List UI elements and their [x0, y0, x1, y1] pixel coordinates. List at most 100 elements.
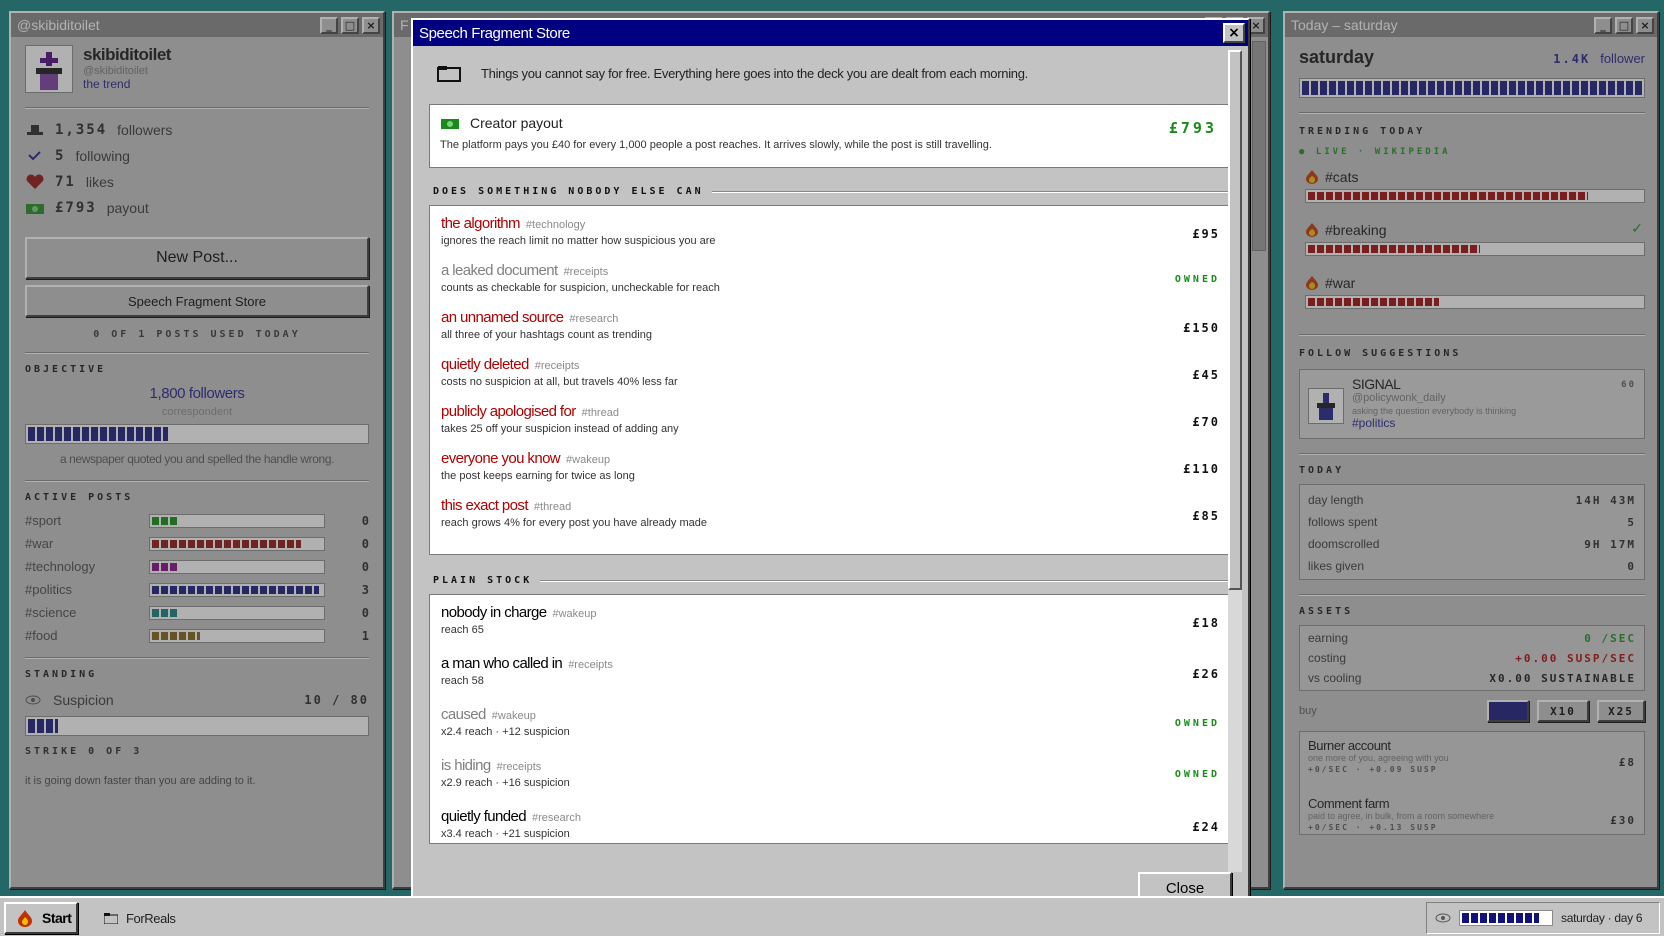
store-item[interactable]: a man who called in #receipts reach 58 £26: [430, 649, 1231, 700]
store-scrollbar[interactable]: [1228, 50, 1242, 872]
speech-fragment-store-button[interactable]: Speech Fragment Store: [25, 285, 369, 317]
store-item[interactable]: quietly deleted #receipts costs no suspici…: [430, 350, 1231, 397]
taskbar: Start ForReals saturday · day 6: [0, 896, 1664, 936]
active-posts-list: #sport 0 #war 0 #technology 0 #politics 3 #scien…: [25, 509, 369, 647]
store-item-tag: #receipts: [496, 761, 542, 773]
store-item-name: publicly apologised for: [441, 403, 576, 420]
store-item[interactable]: quietly funded #research x3.4 reach · +21 …: [430, 802, 1231, 843]
day-header: saturday 1.4K follower: [1299, 47, 1645, 68]
today-stat-row: doomscrolled 9H 17M: [1308, 537, 1636, 551]
store-item-name: caused: [441, 706, 486, 723]
flame-icon: [18, 910, 32, 927]
new-post-button[interactable]: New Post...: [25, 237, 369, 279]
money-icon: [26, 204, 44, 214]
close-button[interactable]: ×: [362, 16, 380, 34]
store-item-description: x3.4 reach · +21 suspicion: [441, 828, 570, 840]
store-scrollbar-thumb[interactable]: [1228, 50, 1242, 590]
buy-x25-button[interactable]: X25: [1597, 700, 1645, 722]
suggestion-blurb: asking the question everybody is thinkin…: [1352, 406, 1517, 416]
maximize-button[interactable]: □: [1615, 16, 1633, 34]
active-post-row[interactable]: #sport 0: [25, 509, 369, 532]
strike-counter: STRIKE 0 OF 3: [25, 746, 143, 757]
buy-x1-button[interactable]: X1: [1487, 700, 1529, 722]
store-item-description: the post keeps earning for twice as long: [441, 470, 635, 482]
today-window-titlebar[interactable]: Today – saturday _ □ ×: [1285, 13, 1657, 37]
trending-bar: [1305, 189, 1645, 203]
store-item[interactable]: is hiding #receipts x2.9 reach · +16 suspi…: [430, 751, 1231, 802]
special-items-heading: DOES SOMETHING NOBODY ELSE CAN: [433, 186, 1232, 197]
store-item-description: all three of your hashtags count as tren…: [441, 329, 652, 341]
follow-suggestions-heading: FOLLOW SUGGESTIONS: [1299, 348, 1462, 359]
trending-tag: #breaking: [1325, 222, 1387, 238]
active-post-bar: [149, 605, 325, 620]
assets-rates-box: earning 0 /SEC costing +0.00 SUSP/SEC vs…: [1299, 625, 1645, 691]
stat-following: 5 following: [25, 143, 369, 169]
trending-item[interactable]: #cats: [1299, 165, 1645, 218]
asset-burner-account[interactable]: Burner account one more of you, agreeing…: [1308, 732, 1636, 790]
suspicion-label: Suspicion: [53, 692, 114, 708]
avatar: [25, 45, 73, 93]
followers-count: 1.4K: [1553, 52, 1591, 66]
store-item-name: quietly funded: [441, 808, 527, 825]
trending-item[interactable]: #breaking ✓: [1299, 218, 1645, 271]
suggestion-card[interactable]: SIGNAL @policywonk_daily asking the ques…: [1299, 369, 1645, 439]
taskbar-task-forreals[interactable]: ForReals: [96, 902, 184, 934]
trending-source: ● LIVE · WIKIPEDIA: [1299, 147, 1451, 157]
today-window: Today – saturday _ □ × saturday 1.4K fol…: [1283, 11, 1659, 889]
assets-list: Burner account one more of you, agreeing…: [1299, 731, 1645, 835]
flame-icon: [1306, 170, 1318, 184]
asset-comment-farm[interactable]: Comment farm paid to agree, in bulk, fro…: [1308, 790, 1636, 834]
store-item[interactable]: caused #wakeup x2.4 reach · +12 suspicion O…: [430, 700, 1231, 751]
system-tray: saturday · day 6: [1426, 902, 1660, 934]
store-item-description: reach 65: [441, 624, 484, 636]
active-post-row[interactable]: #politics 3: [25, 578, 369, 601]
store-item[interactable]: publicly apologised for #thread takes 25 o…: [430, 397, 1231, 444]
store-item-tag: #receipts: [563, 266, 609, 278]
profile-window-titlebar[interactable]: @skibiditoilet _ □ ×: [11, 13, 383, 37]
stat-likes: 71 likes: [25, 169, 369, 195]
check-icon: [28, 151, 41, 161]
earning-row: earning 0 /SEC: [1308, 631, 1636, 645]
close-button[interactable]: ×: [1636, 16, 1654, 34]
active-post-tag: #science: [25, 605, 77, 620]
checkmark-icon: ✓: [1631, 220, 1643, 236]
buy-x10-button[interactable]: X10: [1537, 700, 1589, 722]
creator-payout-amount: £793: [1168, 119, 1217, 137]
store-dialog-titlebar[interactable]: Speech Fragment Store ×: [413, 20, 1248, 46]
store-item[interactable]: everyone you know #wakeup the post keeps e…: [430, 444, 1231, 491]
flame-icon: [1306, 223, 1318, 237]
store-item-description: x2.9 reach · +16 suspicion: [441, 777, 570, 789]
store-item[interactable]: an unnamed source #research all three of y…: [430, 303, 1231, 350]
active-post-row[interactable]: #technology 0: [25, 555, 369, 578]
active-post-row[interactable]: #science 0: [25, 601, 369, 624]
store-item[interactable]: this exact post #thread reach grows 4% for…: [430, 491, 1231, 538]
store-item-price: £24: [1192, 820, 1220, 834]
store-item-tag: #technology: [525, 219, 586, 231]
trending-bar: [1305, 242, 1645, 256]
store-close-x-button[interactable]: ×: [1223, 23, 1245, 43]
trending-list: #cats #breaking ✓ #war: [1299, 165, 1645, 324]
active-post-tag: #technology: [25, 559, 96, 574]
store-item-name: a man who called in: [441, 655, 563, 672]
owned-badge: OWNED: [1174, 718, 1220, 729]
feed-scrollbar[interactable]: [1252, 41, 1266, 251]
active-post-row[interactable]: #war 0: [25, 532, 369, 555]
store-item[interactable]: nobody in charge #wakeup reach 65 £18: [430, 598, 1231, 649]
day-name: saturday: [1299, 47, 1375, 67]
active-post-row[interactable]: #food 1: [25, 624, 369, 647]
active-post-tag: #food: [25, 628, 58, 643]
trending-heading: TRENDING TODAY: [1299, 126, 1426, 137]
maximize-button[interactable]: □: [341, 16, 359, 34]
owned-badge: OWNED: [1174, 274, 1220, 285]
store-item-name: everyone you know: [441, 450, 561, 467]
store-item-price: £95: [1192, 227, 1220, 241]
trending-item[interactable]: #war: [1299, 271, 1645, 324]
stat-payout: £793 payout: [25, 195, 369, 221]
store-item[interactable]: the algorithm #technology ignores the reac…: [430, 209, 1231, 256]
minimize-button[interactable]: _: [320, 16, 338, 34]
store-item-tag: #research: [569, 313, 619, 325]
store-item[interactable]: a leaked document #receipts counts as chec…: [430, 256, 1231, 303]
store-item-description: x2.4 reach · +12 suspicion: [441, 726, 570, 738]
start-button[interactable]: Start: [4, 902, 78, 934]
minimize-button[interactable]: _: [1594, 16, 1612, 34]
